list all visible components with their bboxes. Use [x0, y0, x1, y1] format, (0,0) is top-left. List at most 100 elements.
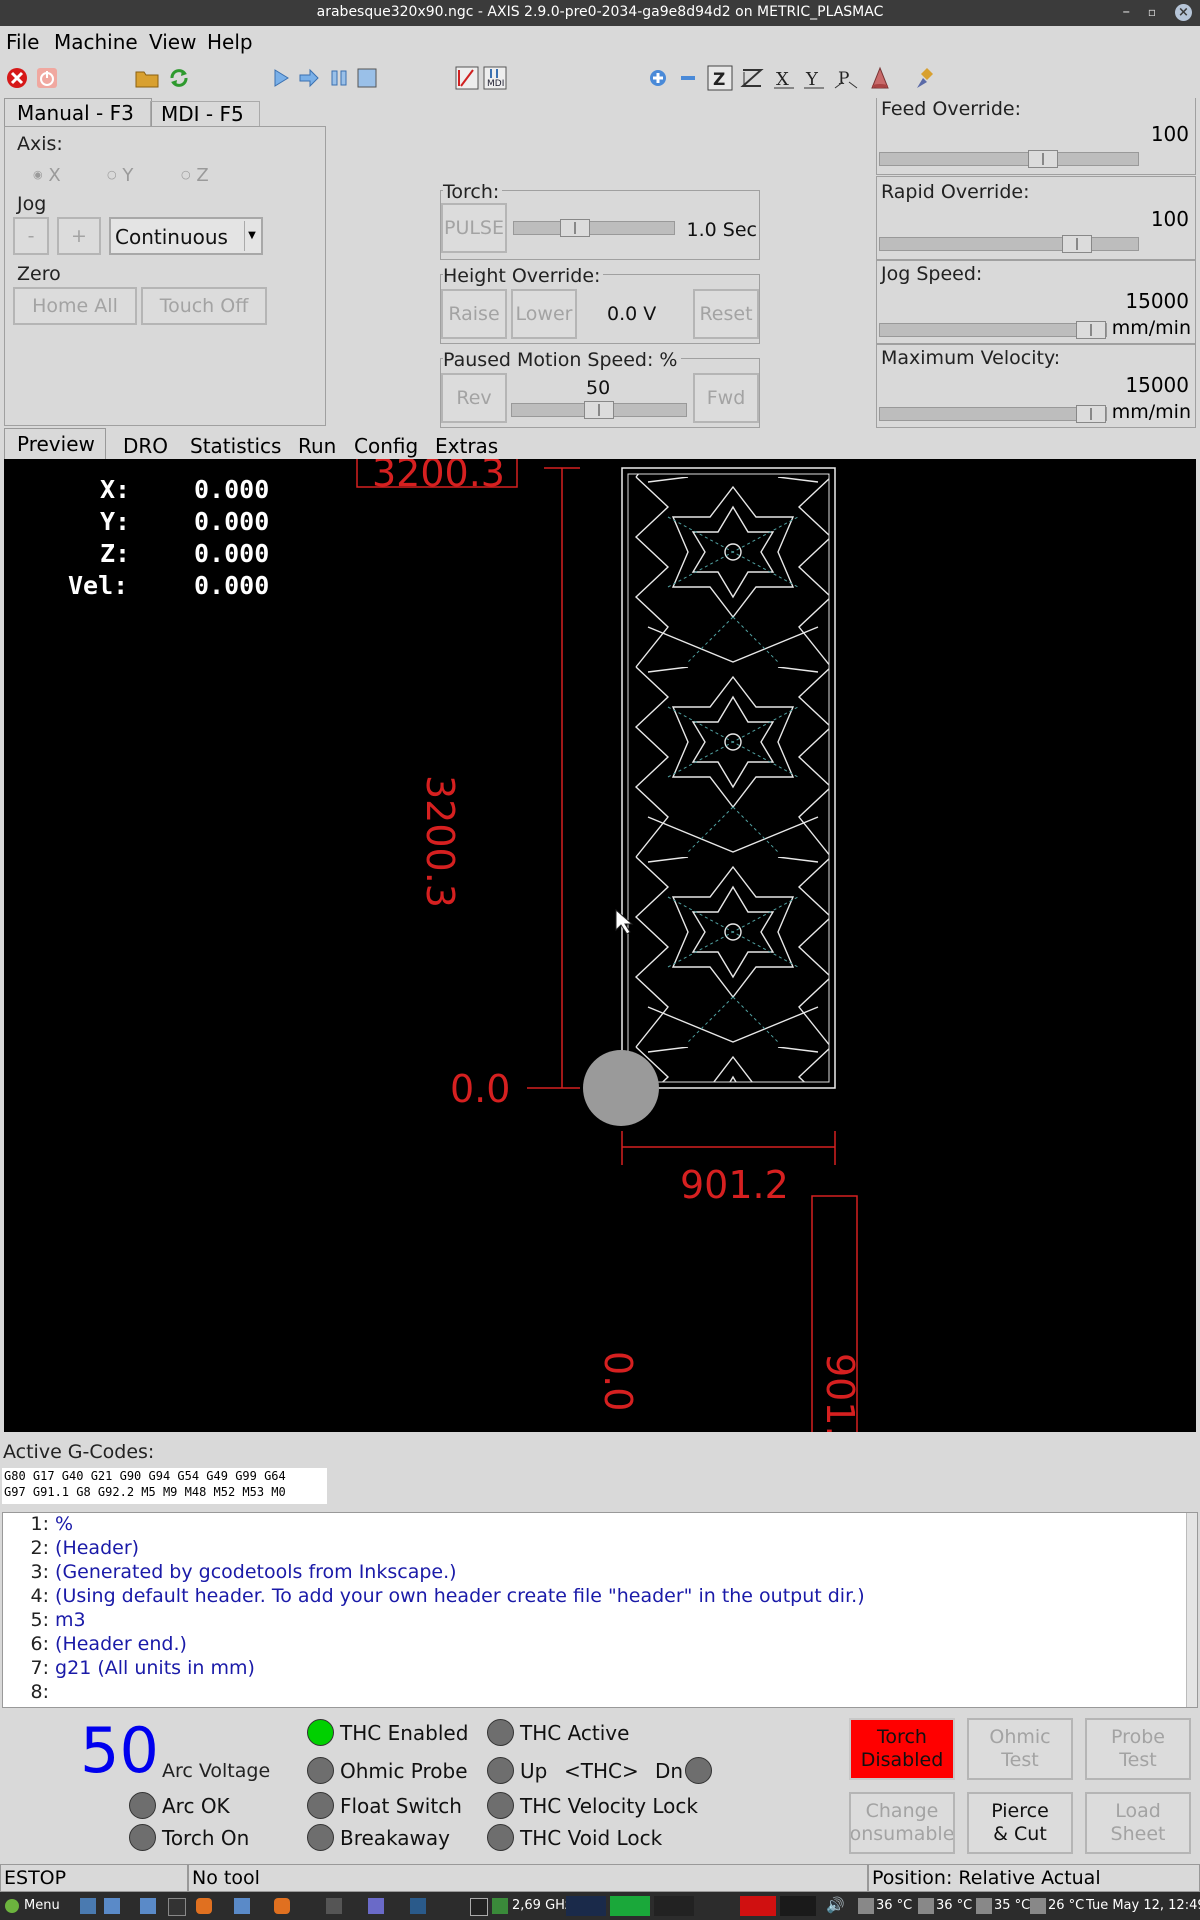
jog-speed-slider[interactable] [879, 321, 1107, 339]
rotate-icon[interactable] [867, 65, 893, 91]
jog-minus-button[interactable]: - [13, 217, 49, 255]
preview-canvas[interactable]: X: 0.000 Y: 0.000 Z: 0.000 Vel: 0.000 32… [4, 459, 1196, 1432]
open-icon[interactable] [134, 65, 160, 91]
app-icon[interactable] [326, 1898, 342, 1914]
max-velocity-label: Maximum Velocity: [881, 347, 1061, 369]
folder-icon[interactable] [234, 1898, 250, 1914]
files-icon[interactable] [104, 1898, 120, 1914]
program-line[interactable]: 4: (Using default header. To add your ow… [3, 1585, 865, 1607]
program-line[interactable]: 7: g21 (All units in mm) [3, 1657, 255, 1679]
view-z-icon[interactable]: Z [707, 65, 733, 91]
pulse-button[interactable]: PULSE [441, 203, 507, 253]
tab-run[interactable]: Run [298, 434, 336, 458]
tab-extras[interactable]: Extras [435, 434, 498, 458]
jog-mode-select[interactable]: Continuous ▼ [109, 217, 263, 255]
program-line[interactable]: 1: % [3, 1513, 74, 1535]
view-z2-icon[interactable] [739, 65, 765, 91]
tab-mdi[interactable]: MDI - F5 [150, 101, 260, 127]
axis-y-radio[interactable]: ○ Y [107, 165, 133, 186]
axis-x-label: X [48, 165, 61, 186]
workspace-icon[interactable] [80, 1898, 96, 1914]
thc-dn-led [685, 1757, 712, 1784]
app-icon[interactable] [368, 1898, 384, 1914]
touch-off-icon[interactable] [454, 65, 480, 91]
zoom-in-icon[interactable] [645, 65, 671, 91]
tab-manual[interactable]: Manual - F3 [4, 98, 152, 127]
program-line[interactable]: 6: (Header end.) [3, 1633, 187, 1655]
folder-icon[interactable] [140, 1898, 156, 1914]
power-icon[interactable] [34, 65, 60, 91]
slider-thumb[interactable] [584, 401, 614, 419]
slider-thumb[interactable] [1062, 235, 1093, 253]
tab-preview[interactable]: Preview [4, 428, 106, 460]
app-icon[interactable] [470, 1898, 488, 1916]
mdi-icon[interactable]: MDI [482, 65, 508, 91]
program-line[interactable]: 8: [3, 1681, 50, 1703]
terminal-icon[interactable] [168, 1898, 186, 1916]
axis-z-radio[interactable]: ○ Z [181, 165, 209, 186]
raise-button[interactable]: Raise [441, 289, 507, 339]
menu-file[interactable]: File [6, 30, 39, 54]
jog-plus-button[interactable]: + [57, 217, 101, 255]
pierce-cut-button[interactable]: Pierce & Cut [967, 1792, 1073, 1854]
view-p-icon[interactable]: P [833, 65, 859, 91]
volume-icon[interactable]: 🔊 [826, 1896, 845, 1914]
maximize-icon[interactable]: ▫ [1148, 5, 1156, 19]
reset-button[interactable]: Reset [693, 289, 759, 339]
feed-override-slider[interactable] [879, 150, 1139, 168]
reload-icon[interactable] [166, 65, 192, 91]
tab-statistics[interactable]: Statistics [190, 434, 281, 458]
toolpath-plot [356, 459, 858, 1432]
menu-machine[interactable]: Machine [54, 30, 138, 54]
torch-disabled-button[interactable]: Torch Disabled [849, 1718, 955, 1780]
view-x-icon[interactable]: X [771, 65, 797, 91]
rev-button[interactable]: Rev [441, 373, 507, 423]
program-line[interactable]: 2: (Header) [3, 1537, 140, 1559]
sensor-icon [858, 1898, 874, 1914]
slider-thumb[interactable] [559, 219, 590, 237]
axis-app-icon[interactable] [410, 1898, 426, 1914]
step-icon[interactable] [296, 65, 322, 91]
slider-thumb[interactable] [1076, 321, 1106, 339]
touch-off-button[interactable]: Touch Off [141, 287, 267, 325]
rapid-override-slider[interactable] [879, 235, 1139, 253]
zoom-out-icon[interactable] [675, 65, 701, 91]
slider-thumb[interactable] [1028, 150, 1059, 168]
probe-test-button[interactable]: Probe Test [1085, 1718, 1191, 1780]
paused-speed-slider[interactable] [511, 401, 687, 419]
view-y-icon[interactable]: Y [801, 65, 827, 91]
menu-view[interactable]: View [149, 30, 196, 54]
app-icon[interactable] [274, 1898, 290, 1914]
svg-text:X: X [776, 69, 789, 90]
estop-icon[interactable] [4, 65, 30, 91]
load-sheet-button[interactable]: Load Sheet [1085, 1792, 1191, 1854]
stop-icon[interactable] [354, 65, 380, 91]
menu-help[interactable]: Help [207, 30, 253, 54]
torch-time-slider[interactable] [513, 219, 675, 237]
program-listing[interactable]: 1: % 2: (Header) 3: (Generated by gcodet… [2, 1512, 1198, 1708]
run-icon[interactable] [268, 65, 294, 91]
fwd-button[interactable]: Fwd [693, 373, 759, 423]
max-velocity-slider[interactable] [879, 405, 1107, 423]
slider-thumb[interactable] [1076, 405, 1106, 423]
axis-x-radio[interactable]: ◉ X [33, 165, 61, 186]
program-line[interactable]: 5: m3 [3, 1609, 86, 1631]
tab-dro[interactable]: DRO [123, 434, 168, 458]
lower-button[interactable]: Lower [511, 289, 577, 339]
close-icon[interactable]: × [1175, 4, 1192, 21]
ohmic-test-button[interactable]: Ohmic Test [967, 1718, 1073, 1780]
scrollbar[interactable] [1186, 1513, 1197, 1707]
home-all-button[interactable]: Home All [13, 287, 137, 325]
browser-icon[interactable] [196, 1898, 212, 1914]
tab-config[interactable]: Config [354, 434, 418, 458]
menu-logo-icon[interactable] [4, 1898, 20, 1914]
program-line[interactable]: 3: (Generated by gcodetools from Inkscap… [3, 1561, 457, 1583]
max-velocity-value: 15000 [1125, 373, 1189, 397]
clear-plot-icon[interactable] [912, 65, 938, 91]
rapid-override-label: Rapid Override: [881, 181, 1030, 203]
taskbar-menu[interactable]: Menu [24, 1898, 60, 1913]
pause-icon[interactable] [326, 65, 352, 91]
minimize-icon[interactable]: – [1123, 2, 1131, 20]
change-consumable-button[interactable]: Change onsumable [849, 1792, 955, 1854]
paused-motion-group: Paused Motion Speed: % Rev 50 Fwd [440, 349, 760, 428]
